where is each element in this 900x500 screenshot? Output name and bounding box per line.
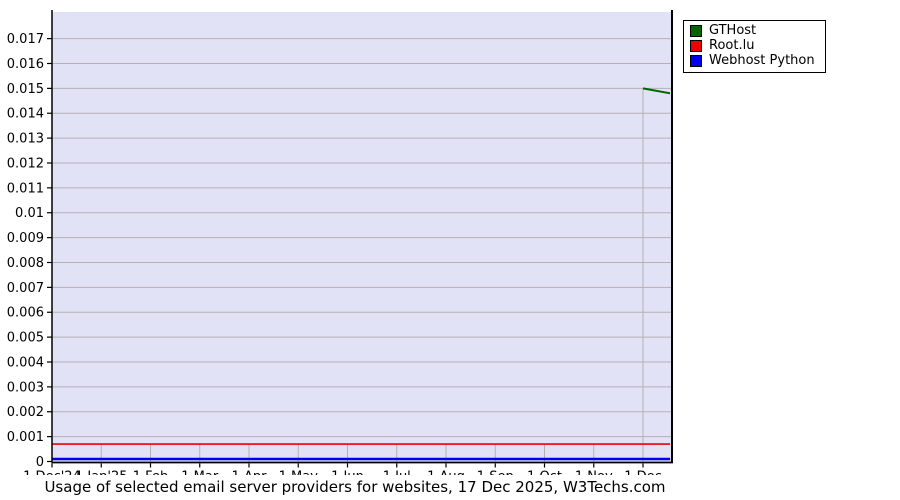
y-tick-label: 0.001	[7, 430, 44, 445]
x-tick-label: 1 Aug	[427, 470, 465, 476]
legend-label: Webhost Python	[709, 53, 815, 68]
x-tick-label: 1 Jun	[331, 470, 364, 476]
y-tick-label: 0.014	[7, 107, 44, 122]
chart-title: Usage of selected email server providers…	[44, 478, 666, 496]
x-tick-label: 1 Jul	[383, 470, 411, 476]
y-tick-label: 0.011	[7, 181, 44, 196]
y-tick-label: 0.004	[7, 355, 44, 370]
y-tick-label: 0.009	[7, 231, 44, 246]
legend: GTHost Root.lu Webhost Python	[683, 20, 826, 73]
y-tick-label: 0.012	[7, 156, 44, 171]
y-tick-label: 0.003	[7, 380, 44, 395]
x-tick-label: 1 Dec'24	[23, 470, 81, 476]
y-tick-label: 0	[36, 455, 44, 470]
x-tick-label: 1 Dec	[624, 470, 662, 476]
legend-swatch-icon	[690, 55, 702, 67]
x-tick-label: 1 Oct	[527, 470, 562, 476]
y-tick-label: 0.01	[15, 206, 44, 221]
x-tick-label: 1 Apr	[232, 470, 268, 476]
y-tick-label: 0.006	[7, 306, 44, 321]
usage-trend-chart: 0 0.001 0.002 0.003 0.004 0.005 0.006 0.007 0.00…	[0, 0, 900, 500]
y-tick-label: 0.005	[7, 331, 44, 346]
legend-item: Root.lu	[690, 39, 815, 53]
legend-item: GTHost	[690, 24, 815, 38]
y-tick-label: 0.016	[7, 57, 44, 72]
x-tick-label: 1 May	[279, 470, 319, 476]
x-tick-label: 1 Feb	[133, 470, 168, 476]
y-tick-label: 0.008	[7, 256, 44, 271]
x-tick-label: 1 Mar	[181, 470, 219, 476]
legend-swatch-icon	[690, 40, 702, 52]
y-tick-label: 0.013	[7, 132, 44, 147]
y-tick-label: 0.007	[7, 281, 44, 296]
y-tick-label: 0.015	[7, 82, 44, 97]
legend-item: Webhost Python	[690, 54, 815, 68]
x-tick-label: 1 Jan'25	[75, 470, 128, 476]
legend-label: GTHost	[709, 23, 757, 38]
x-tick-label: 1 Sep	[477, 470, 514, 476]
y-tick-label: 0.017	[7, 32, 44, 47]
x-tick-label: 1 Nov	[575, 470, 613, 476]
y-tick-label: 0.002	[7, 405, 44, 420]
legend-swatch-icon	[690, 25, 702, 37]
legend-label: Root.lu	[709, 38, 755, 53]
